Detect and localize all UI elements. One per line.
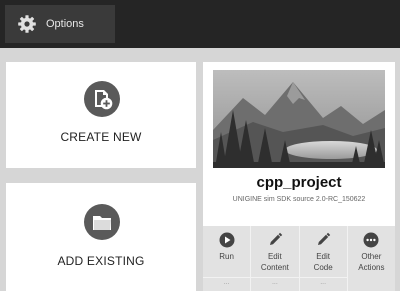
- new-file-plus-icon: [84, 81, 120, 117]
- folder-icon: [84, 204, 120, 240]
- project-sdk-version: UNIGINE sim SDK source 2.0-RC_150622: [232, 196, 366, 203]
- run-more[interactable]: ...: [203, 277, 251, 287]
- top-bar: Options: [0, 0, 400, 48]
- run-button[interactable]: Run ...: [203, 226, 252, 291]
- add-existing-title: ADD EXISTING: [57, 254, 145, 268]
- other-actions-label: Other Actions: [358, 252, 385, 272]
- project-actions: Run ... Edit Content ... Edit Code ... O…: [203, 226, 395, 291]
- other-actions-button[interactable]: Other Actions: [348, 226, 395, 291]
- project-name: cpp_project: [256, 174, 342, 191]
- create-new-title: CREATE NEW: [60, 130, 142, 144]
- edit-content-button[interactable]: Edit Content ...: [251, 226, 300, 291]
- edit-code-label: Edit Code: [313, 252, 333, 272]
- add-existing-card[interactable]: ADD EXISTING: [6, 183, 196, 291]
- edit-content-more[interactable]: ...: [251, 277, 299, 287]
- edit-content-label: Edit Content: [260, 252, 289, 272]
- pencil-icon: [269, 232, 283, 245]
- play-icon: [219, 232, 235, 248]
- more-dots-icon: [363, 232, 379, 248]
- pencil-icon: [318, 232, 331, 245]
- options-button[interactable]: Options: [5, 5, 115, 43]
- run-label: Run: [219, 252, 234, 261]
- project-card[interactable]: cpp_project UNIGINE sim SDK source 2.0-R…: [203, 62, 395, 291]
- options-label: Options: [46, 18, 84, 30]
- edit-code-more[interactable]: ...: [299, 277, 347, 287]
- create-new-card[interactable]: CREATE NEW: [6, 62, 196, 168]
- gear-icon: [17, 14, 37, 34]
- edit-code-button[interactable]: Edit Code ...: [299, 226, 348, 291]
- project-thumbnail: [213, 70, 385, 168]
